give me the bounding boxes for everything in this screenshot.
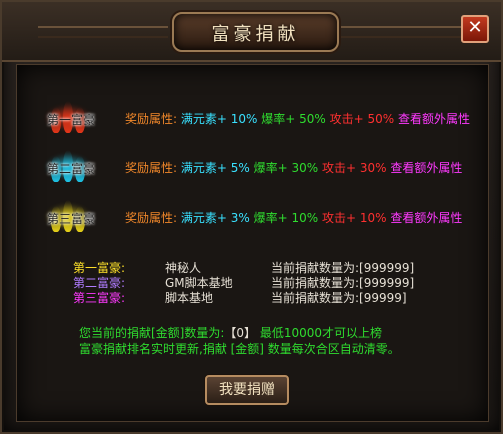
tier-attributes: 奖励属性: 满元素+ 3% 爆率+ 10% 攻击+ 10% 查看额外属性 — [125, 209, 462, 226]
tier-row-3: 第三富豪 奖励属性: 满元素+ 3% 爆率+ 10% 攻击+ 10% 查看额外属… — [17, 194, 488, 238]
attr-element: 满元素+ 3% — [180, 211, 250, 225]
tier-row-2: 第二富豪 奖励属性: 满元素+ 5% 爆率+ 30% 攻击+ 30% 查看额外属… — [17, 144, 488, 188]
donation-window: 富豪捐献 ✕ 第一富豪 奖励属性: 满元素+ 10% 爆率+ 50% 攻击+ 5… — [0, 0, 503, 434]
window-title: 富豪捐献 — [211, 24, 300, 45]
view-extra-attributes-link[interactable]: 查看额外属性 — [390, 211, 462, 225]
attr-attack: 攻击+ 50% — [329, 112, 395, 126]
tier-label: 第二富豪 — [46, 162, 95, 176]
attr-attack: 攻击+ 10% — [322, 211, 387, 225]
attr-droprate: 爆率+ 30% — [253, 161, 319, 175]
donate-button[interactable]: 我要捐赠 — [205, 375, 289, 405]
tier-row-1: 第一富豪 奖励属性: 满元素+ 10% 爆率+ 50% 攻击+ 50% 查看额外… — [17, 95, 488, 139]
title-plate: 富豪捐献 — [172, 12, 339, 52]
attr-droprate: 爆率+ 10% — [253, 211, 319, 225]
donation-notes: 您当前的捐献[金额]数量为:【0】 最低10000才可以上榜 富豪捐献排名实时更… — [79, 324, 400, 356]
current-donation-value: 【0】 — [224, 326, 257, 340]
minimum-requirement-text: 最低10000才可以上榜 — [256, 326, 383, 340]
view-extra-attributes-link[interactable]: 查看额外属性 — [398, 112, 470, 126]
current-donation-line: 您当前的捐献[金额]数量为:【0】 最低10000才可以上榜 — [79, 324, 400, 340]
donor-count: 当前捐献数量为:[99999] — [271, 291, 407, 305]
current-donation-label: 您当前的捐献[金额]数量为: — [79, 326, 225, 340]
flame-icon: 第一富豪 — [39, 95, 97, 139]
attr-attack: 攻击+ 30% — [322, 161, 387, 175]
tier-attributes: 奖励属性: 满元素+ 5% 爆率+ 30% 攻击+ 30% 查看额外属性 — [125, 159, 462, 176]
attr-element: 满元素+ 5% — [180, 161, 250, 175]
title-ornament-left — [38, 26, 168, 38]
flame-icon: 第二富豪 — [39, 144, 97, 188]
donor-name: 脚本基地 — [165, 291, 214, 305]
tier-attributes: 奖励属性: 满元素+ 10% 爆率+ 50% 攻击+ 50% 查看额外属性 — [125, 110, 470, 127]
donor-rank: 第三富豪: — [73, 291, 126, 305]
title-bar: 富豪捐献 ✕ — [2, 2, 501, 62]
tier-label: 第三富豪 — [46, 212, 95, 226]
ranking-reset-note: 富豪捐献排名实时更新,捐献 [金额] 数量每次合区自动清零。 — [79, 342, 400, 356]
content-panel: 第一富豪 奖励属性: 满元素+ 10% 爆率+ 50% 攻击+ 50% 查看额外… — [16, 64, 489, 422]
attr-label: 奖励属性: — [125, 112, 178, 126]
tier-label: 第一富豪 — [46, 113, 95, 127]
attr-element: 满元素+ 10% — [180, 112, 258, 126]
close-button[interactable]: ✕ — [461, 15, 489, 43]
flame-icon: 第三富豪 — [39, 194, 97, 238]
title-ornament-right — [335, 26, 465, 38]
attr-droprate: 爆率+ 50% — [261, 112, 326, 126]
attr-label: 奖励属性: — [125, 211, 178, 225]
view-extra-attributes-link[interactable]: 查看额外属性 — [390, 161, 462, 175]
attr-label: 奖励属性: — [125, 161, 178, 175]
